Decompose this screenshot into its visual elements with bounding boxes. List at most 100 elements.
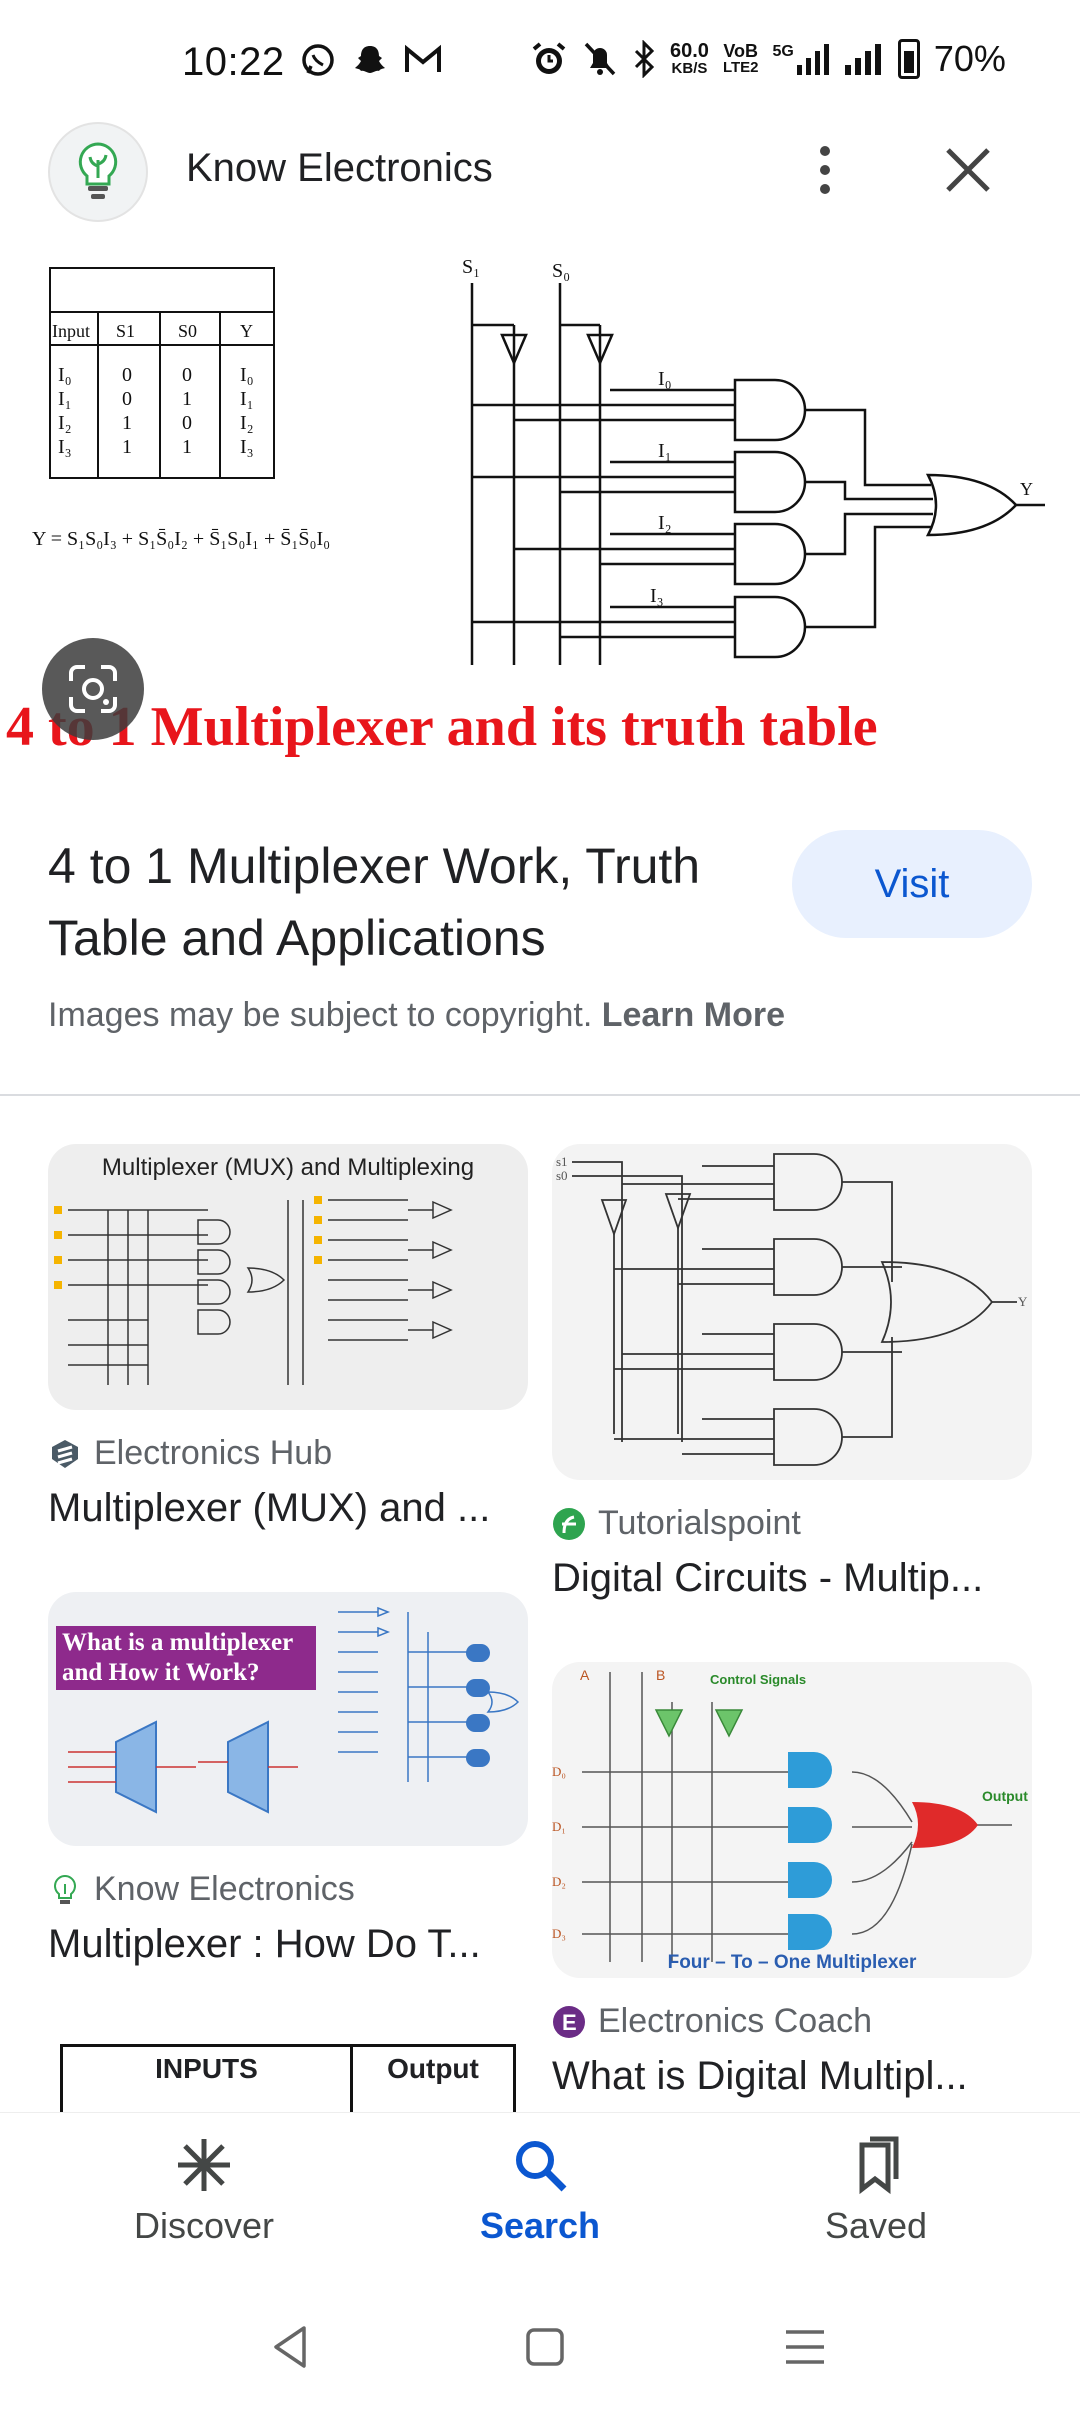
table-header-s1: S1 bbox=[116, 321, 135, 341]
result-image[interactable]: A B D₀ D₁ D₂ D₃ Control Signals Output Fo… bbox=[552, 1662, 1032, 1978]
nav-discover-label: Discover bbox=[133, 2205, 275, 2246]
table-header-y: Y bbox=[240, 321, 253, 341]
svg-text:I₀: I₀ bbox=[58, 364, 72, 386]
svg-text:I₀: I₀ bbox=[658, 368, 672, 390]
volte-indicator: VoB LTE2 bbox=[722, 41, 759, 76]
svg-text:1: 1 bbox=[182, 388, 192, 410]
status-time: 10:22 bbox=[182, 40, 285, 84]
result-title-link[interactable]: Digital Circuits - Multip... bbox=[552, 1556, 1052, 1601]
svg-text:s0: s0 bbox=[556, 1168, 568, 1183]
svg-text:B: B bbox=[656, 1667, 665, 1683]
nav-search[interactable]: Search bbox=[420, 2135, 660, 2247]
svg-text:0: 0 bbox=[182, 412, 192, 434]
svg-text:S₁: S₁ bbox=[462, 256, 480, 278]
google-lens-icon bbox=[69, 665, 117, 713]
svg-text:D₀: D₀ bbox=[552, 1764, 566, 1779]
svg-text:0: 0 bbox=[182, 364, 192, 386]
multiplexer-diagram: Input S1 S0 Y I₀I₁I₂I₃ 0011 0101 I₀I₁I₂I… bbox=[32, 256, 1045, 665]
learn-more-link[interactable]: Learn More bbox=[602, 996, 785, 1034]
svg-text:1: 1 bbox=[182, 436, 192, 458]
visit-button[interactable]: Visit bbox=[792, 830, 1032, 938]
svg-text:I₁: I₁ bbox=[240, 388, 254, 410]
mux-circuit-thumbnail bbox=[54, 1196, 453, 1385]
back-icon[interactable] bbox=[266, 2322, 316, 2372]
nav-discover[interactable]: Discover bbox=[84, 2135, 324, 2247]
net-speed: 60.0 KB/S bbox=[670, 40, 709, 77]
image-title: Four – To – One Multiplexer bbox=[667, 1952, 917, 1973]
divider bbox=[0, 1094, 1080, 1096]
svg-text:I₁: I₁ bbox=[658, 440, 672, 462]
whatsapp-icon bbox=[302, 44, 334, 76]
electronics-coach-icon: E bbox=[553, 2005, 585, 2038]
nav-search-label: Search bbox=[479, 2205, 601, 2246]
svg-text:D₁: D₁ bbox=[552, 1819, 566, 1834]
svg-text:s1: s1 bbox=[556, 1154, 568, 1169]
result-source: Tutorialspoint bbox=[552, 1504, 801, 1543]
more-dot bbox=[820, 184, 830, 194]
know-electronics-icon bbox=[54, 1874, 76, 1904]
mux-block-thumbnail bbox=[68, 1606, 520, 1814]
site-name[interactable]: Know Electronics bbox=[186, 146, 493, 191]
result-source: Electronics Hub bbox=[48, 1434, 332, 1473]
result-title-link[interactable]: Multiplexer : How Do T... bbox=[48, 1922, 548, 1967]
svg-text:I₀: I₀ bbox=[240, 364, 254, 386]
table-header-input: Input bbox=[52, 321, 90, 341]
status-bar: 10:22 60.0 KB/S VoB LTE2 5G 70% bbox=[0, 0, 1080, 120]
svg-text:I₂: I₂ bbox=[240, 412, 254, 434]
result-image[interactable]: s1 s0 Y bbox=[552, 1144, 1032, 1480]
svg-text:Y: Y bbox=[1018, 1294, 1028, 1309]
lens-button[interactable] bbox=[42, 638, 144, 740]
inputs-table: INPUTS Output bbox=[60, 2044, 516, 2112]
site-logo[interactable] bbox=[48, 122, 148, 222]
result-source: Know Electronics bbox=[48, 1870, 355, 1909]
svg-text:1: 1 bbox=[122, 412, 132, 434]
svg-text:0: 0 bbox=[122, 364, 132, 386]
system-status-icons: 60.0 KB/S VoB LTE2 5G 70% bbox=[530, 38, 1006, 80]
lightbulb-icon bbox=[78, 142, 118, 199]
snapchat-icon bbox=[355, 46, 385, 73]
svg-text:D₂: D₂ bbox=[552, 1874, 566, 1889]
nav-saved[interactable]: Saved bbox=[756, 2135, 996, 2247]
svg-text:S₀: S₀ bbox=[552, 260, 570, 282]
battery-icon bbox=[897, 39, 920, 79]
tutorialspoint-icon bbox=[553, 1507, 585, 1540]
signal-icon bbox=[844, 44, 881, 75]
table-header-s0: S0 bbox=[178, 321, 197, 341]
mux-colored-thumbnail: A B D₀ D₁ D₂ D₃ bbox=[552, 1667, 1012, 1962]
image-title: Multiplexer (MUX) and Multiplexing bbox=[101, 1154, 475, 1181]
nav-saved-label: Saved bbox=[824, 2205, 928, 2246]
svg-text:0: 0 bbox=[122, 388, 132, 410]
result-title-link[interactable]: Multiplexer (MUX) and ... bbox=[48, 1486, 548, 1531]
result-title-link[interactable]: What is Digital Multipl... bbox=[552, 2054, 1052, 2099]
alarm-icon bbox=[532, 42, 566, 74]
source-header: Know Electronics bbox=[0, 120, 1080, 230]
mux-circuit-thumbnail: s1s0 Y bbox=[556, 1153, 1028, 1466]
system-navigation-bar bbox=[0, 2282, 1080, 2412]
home-icon[interactable] bbox=[520, 2322, 570, 2372]
mute-icon bbox=[584, 42, 616, 76]
close-icon[interactable] bbox=[940, 142, 996, 198]
hero-image[interactable]: Input S1 S0 Y I₀ I₁ I₂ I₃ 0011 0101 I₀ I₁ I₂ I… bbox=[0, 245, 1080, 765]
image-sub-label: Control Signals bbox=[710, 1672, 807, 1687]
search-icon bbox=[516, 2141, 567, 2192]
svg-text:I₁: I₁ bbox=[58, 388, 72, 410]
more-dot bbox=[820, 165, 830, 175]
svg-text:1: 1 bbox=[122, 436, 132, 458]
result-image[interactable]: Multiplexer (MUX) and Multiplexing bbox=[48, 1144, 528, 1410]
svg-text:I₃: I₃ bbox=[240, 436, 254, 458]
svg-text:E: E bbox=[562, 2010, 577, 2035]
result-title[interactable]: 4 to 1 Multiplexer Work, Truth Table and… bbox=[48, 830, 768, 974]
gmail-icon bbox=[405, 44, 441, 72]
svg-text:D₃: D₃ bbox=[552, 1926, 566, 1941]
result-image[interactable]: What is a multiplexer and How it Work? bbox=[48, 1592, 528, 1846]
recents-menu-icon[interactable] bbox=[780, 2322, 830, 2372]
electronics-hub-icon bbox=[52, 1439, 78, 1468]
result-image[interactable]: INPUTS Output bbox=[48, 2030, 528, 2112]
battery-percent: 70% bbox=[933, 38, 1006, 79]
more-options-button[interactable] bbox=[800, 140, 850, 200]
image-output-label: Output bbox=[982, 1788, 1028, 1804]
copyright-notice: Images may be subject to copyright. Lear… bbox=[48, 996, 785, 1034]
svg-text:I₂: I₂ bbox=[58, 412, 72, 434]
bluetooth-icon bbox=[634, 40, 655, 78]
table-header-inputs: INPUTS bbox=[63, 2047, 353, 2112]
